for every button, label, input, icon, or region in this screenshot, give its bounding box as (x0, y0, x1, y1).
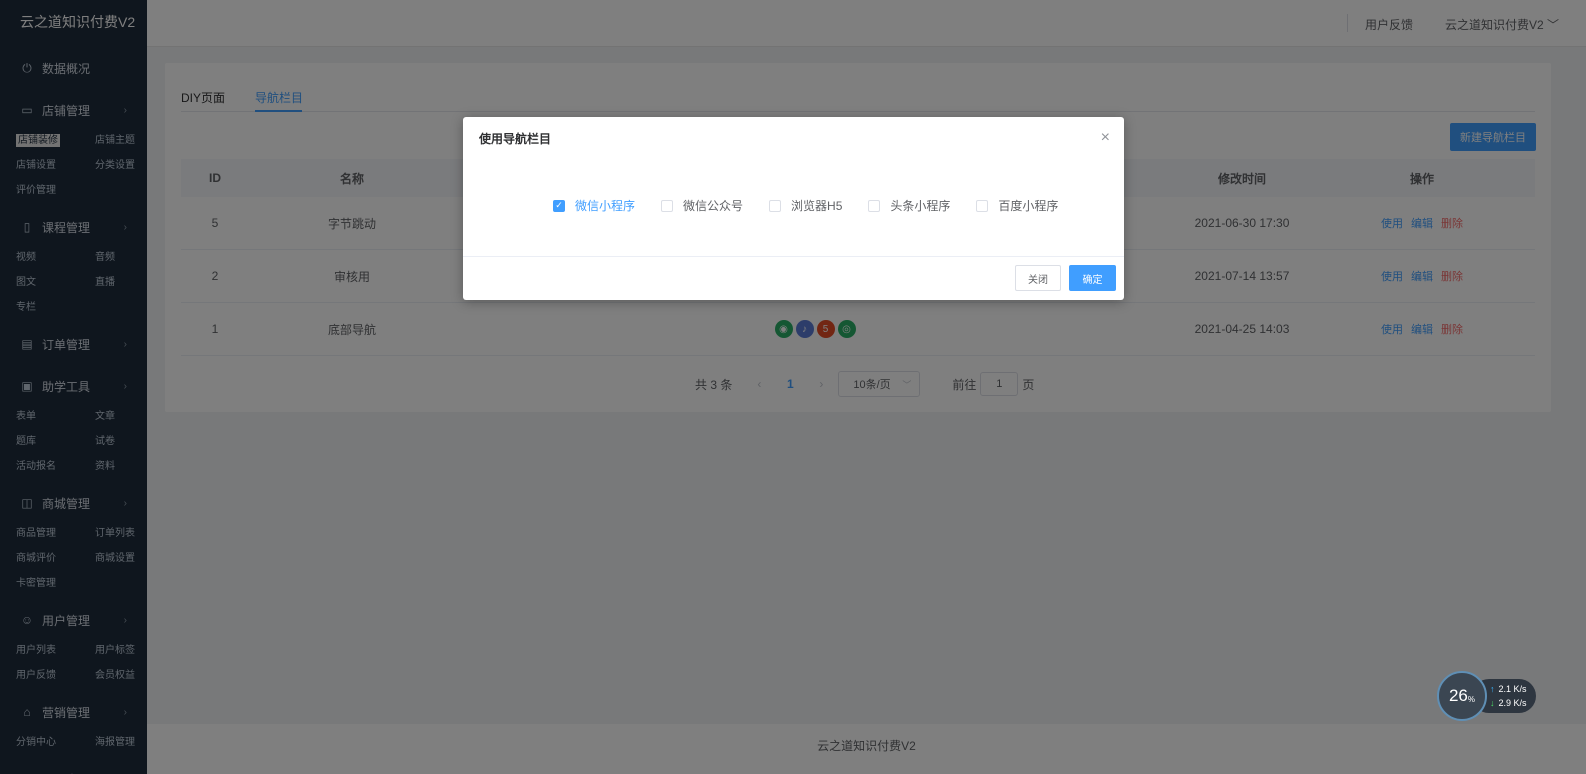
checkbox-icon[interactable] (868, 199, 881, 212)
use-nav-dialog: 使用导航栏目 × ✓ 微信小程序 微信公众号 浏览器H5 头条小程序 百度小程序 关闭 确… (463, 117, 1124, 300)
dialog-divider (463, 256, 1124, 257)
platform-checkbox[interactable]: 浏览器H5 (769, 197, 842, 214)
checkbox-label: 头条小程序 (890, 199, 951, 213)
checkbox-label: 微信公众号 (683, 199, 744, 213)
platform-checkbox[interactable]: 微信公众号 (661, 197, 743, 214)
upload-rate: 2.1 (1498, 684, 1512, 694)
cpu-percent: 26 (1448, 686, 1468, 705)
close-icon[interactable]: × (1101, 129, 1110, 147)
checkbox-icon[interactable] (661, 199, 674, 212)
download-rate: 2.9 (1498, 698, 1512, 708)
cpu-usage-ring: 26% (1437, 671, 1487, 721)
dialog-confirm-button[interactable]: 确定 (1069, 265, 1116, 291)
checkbox-label: 微信小程序 (575, 199, 636, 213)
dialog-cancel-button[interactable]: 关闭 (1015, 265, 1061, 291)
checkbox-icon[interactable] (976, 199, 989, 212)
cpu-percent-unit: % (1467, 694, 1476, 704)
network-speed-widget[interactable]: ↑ 2.1 K/s ↓ 2.9 K/s 26% (1437, 671, 1537, 721)
upload-arrow-icon: ↑ (1490, 684, 1495, 694)
checkbox-icon[interactable]: ✓ (553, 199, 565, 212)
platform-checkbox[interactable]: ✓ 微信小程序 (553, 197, 635, 214)
checkbox-icon[interactable] (769, 199, 782, 212)
download-unit: K/s (1513, 698, 1527, 708)
upload-unit: K/s (1513, 684, 1527, 694)
checkbox-label: 百度小程序 (998, 199, 1059, 213)
dialog-title: 使用导航栏目 (479, 132, 552, 146)
platform-checkbox[interactable]: 百度小程序 (976, 197, 1058, 214)
platform-checkbox-group: ✓ 微信小程序 微信公众号 浏览器H5 头条小程序 百度小程序 (553, 197, 1084, 214)
platform-checkbox[interactable]: 头条小程序 (868, 197, 950, 214)
download-arrow-icon: ↓ (1490, 698, 1495, 708)
checkbox-label: 浏览器H5 (791, 199, 843, 213)
